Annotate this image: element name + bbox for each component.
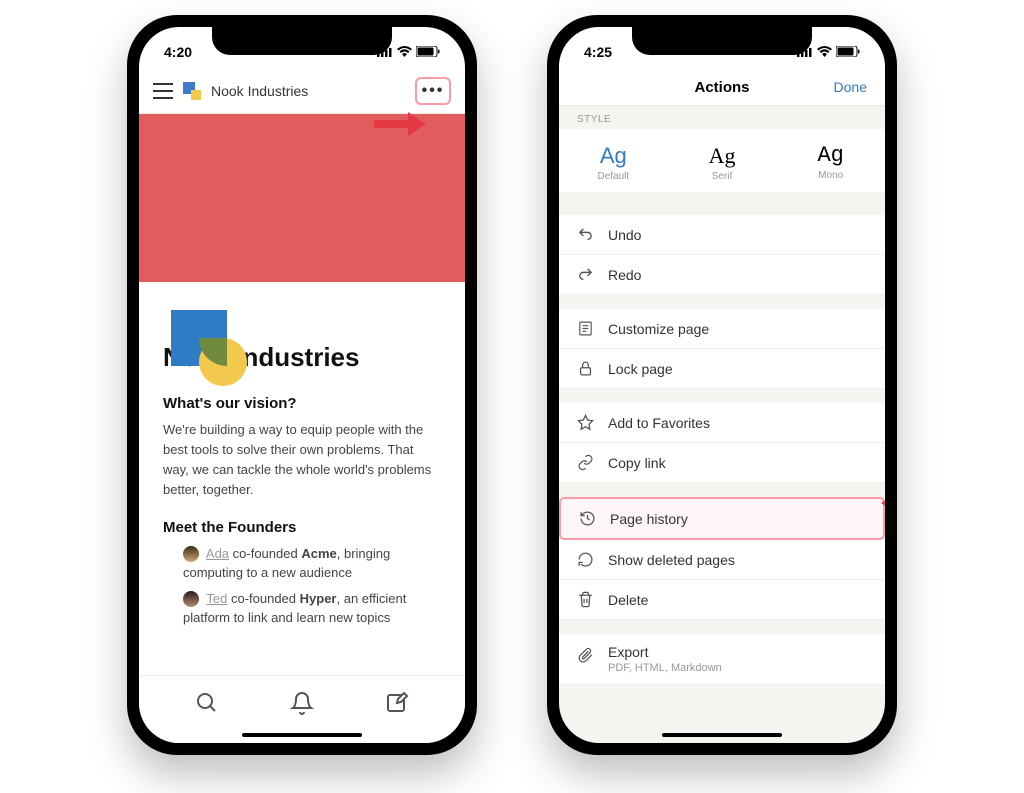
section-heading[interactable]: What's our vision? bbox=[163, 395, 441, 412]
history-icon bbox=[579, 510, 596, 527]
attachment-icon bbox=[577, 647, 594, 664]
notch bbox=[212, 27, 392, 55]
body-text[interactable]: We're building a way to equip people wit… bbox=[163, 420, 441, 501]
home-indicator bbox=[242, 733, 362, 737]
lock-icon bbox=[577, 360, 594, 377]
restore-icon bbox=[577, 551, 594, 568]
actions-title: Actions bbox=[694, 79, 749, 96]
section-label: STYLE bbox=[559, 106, 885, 129]
menu-icon[interactable] bbox=[153, 83, 173, 99]
notifications-icon[interactable] bbox=[290, 691, 314, 715]
arrow-annotation bbox=[878, 488, 885, 518]
search-icon[interactable] bbox=[195, 691, 219, 715]
style-default[interactable]: Ag Default bbox=[559, 129, 668, 192]
page-icon bbox=[183, 82, 201, 100]
redo-icon bbox=[577, 266, 594, 283]
founder-item[interactable]: Ada co-founded Acme, bringing computing … bbox=[163, 544, 441, 583]
battery-icon bbox=[836, 46, 860, 57]
bottom-tabbar bbox=[139, 675, 465, 743]
home-indicator bbox=[662, 733, 782, 737]
wifi-icon bbox=[397, 46, 412, 57]
avatar bbox=[183, 546, 199, 562]
action-export[interactable]: Export PDF, HTML, Markdown bbox=[559, 634, 885, 685]
compose-icon[interactable] bbox=[385, 691, 409, 715]
section-heading[interactable]: Meet the Founders bbox=[163, 519, 441, 536]
wifi-icon bbox=[817, 46, 832, 57]
action-lock-page[interactable]: Lock page bbox=[559, 349, 885, 389]
arrow-annotation bbox=[374, 109, 429, 139]
cover-image bbox=[139, 114, 465, 282]
notch bbox=[632, 27, 812, 55]
nav-bar: Nook Industries ••• bbox=[139, 69, 465, 114]
customize-icon bbox=[577, 320, 594, 337]
undo-icon bbox=[577, 226, 594, 243]
trash-icon bbox=[577, 591, 594, 608]
action-show-deleted[interactable]: Show deleted pages bbox=[559, 540, 885, 580]
style-row: Ag Default Ag Serif Ag Mono bbox=[559, 129, 885, 193]
action-undo[interactable]: Undo bbox=[559, 215, 885, 255]
time-label: 4:25 bbox=[584, 44, 612, 60]
action-page-history[interactable]: Page history bbox=[559, 497, 885, 540]
phone-mockup-right: 4:25 Actions Done ST bbox=[547, 15, 897, 755]
battery-icon bbox=[416, 46, 440, 57]
founder-item[interactable]: Ted co-founded Hyper, an efficient platf… bbox=[163, 589, 441, 628]
action-redo[interactable]: Redo bbox=[559, 255, 885, 295]
actions-header: Actions Done bbox=[559, 69, 885, 106]
avatar bbox=[183, 591, 199, 607]
mention-link[interactable]: Ada bbox=[206, 546, 229, 561]
time-label: 4:20 bbox=[164, 44, 192, 60]
style-serif[interactable]: Ag Serif bbox=[668, 129, 777, 192]
done-button[interactable]: Done bbox=[834, 79, 867, 95]
phone-mockup-left: 4:20 Nook bbox=[127, 15, 477, 755]
star-icon bbox=[577, 414, 594, 431]
mention-link[interactable]: Ted bbox=[206, 591, 227, 606]
action-delete[interactable]: Delete bbox=[559, 580, 885, 620]
more-button[interactable]: ••• bbox=[415, 77, 451, 105]
action-copy-link[interactable]: Copy link bbox=[559, 443, 885, 483]
action-add-favorites[interactable]: Add to Favorites bbox=[559, 403, 885, 443]
action-customize-page[interactable]: Customize page bbox=[559, 309, 885, 349]
link-icon bbox=[577, 454, 594, 471]
breadcrumb-title[interactable]: Nook Industries bbox=[211, 83, 405, 99]
style-mono[interactable]: Ag Mono bbox=[776, 129, 885, 192]
